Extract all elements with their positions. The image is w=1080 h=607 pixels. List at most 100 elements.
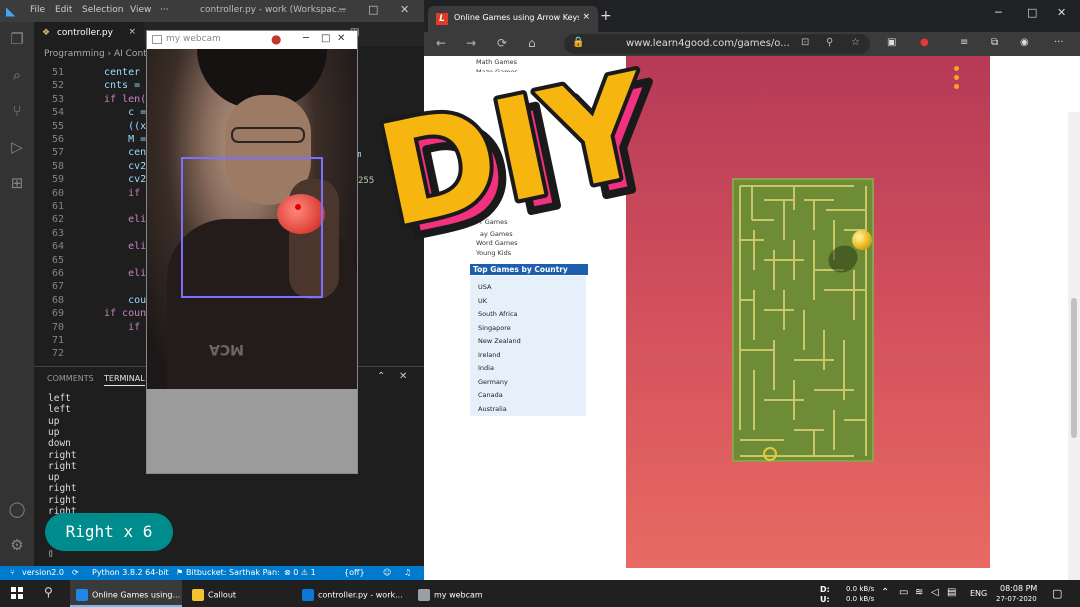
- minimize-icon[interactable]: ─: [995, 6, 1002, 19]
- status-python[interactable]: Python 3.8.2 64-bit: [92, 568, 169, 577]
- screen: ◣ File Edit Selection View ··· controlle…: [0, 0, 1080, 607]
- tab-comments[interactable]: COMMENTS: [47, 374, 94, 383]
- taskbar-item-callout[interactable]: Callout: [186, 580, 290, 607]
- status-bar: ⑂ version2.0 ⟳ Python 3.8.2 64-bit ⚑ Bit…: [0, 566, 424, 580]
- country-link[interactable]: Germany: [478, 378, 508, 386]
- bitbucket-icon: ⚑: [176, 568, 184, 577]
- notification-bell-icon[interactable]: ♫: [404, 568, 411, 577]
- browser-tab-title: Online Games using Arrow Keys: [454, 13, 579, 22]
- battery-icon[interactable]: ▭: [899, 587, 908, 598]
- maze-board: [732, 178, 874, 462]
- country-link[interactable]: USA: [478, 283, 491, 291]
- status-off[interactable]: {off}: [344, 568, 365, 577]
- more-options-icon[interactable]: ···: [1054, 37, 1064, 48]
- explorer-icon[interactable]: ❐: [8, 30, 26, 48]
- status-problems[interactable]: ⊗ 0 ⚠ 1: [284, 568, 316, 577]
- folder-icon: [192, 589, 204, 601]
- close-icon[interactable]: ✕: [1057, 6, 1066, 19]
- search-icon[interactable]: ⌕: [8, 66, 26, 84]
- menu-view[interactable]: View: [130, 5, 151, 15]
- tab-terminal[interactable]: TERMINAL: [104, 374, 145, 386]
- wifi-icon[interactable]: ≋: [915, 587, 923, 598]
- terminal-line: left: [48, 393, 71, 404]
- source-control-icon[interactable]: ⑂: [8, 102, 26, 120]
- tray-chevron-up-icon[interactable]: ⌃: [881, 587, 889, 598]
- taskbar-item-vscode[interactable]: controller.py - work...: [296, 580, 408, 607]
- sync-icon[interactable]: ⟳: [72, 568, 79, 577]
- chevron-up-icon[interactable]: ⌃: [377, 371, 385, 382]
- maximize-icon[interactable]: □: [321, 33, 330, 44]
- reader-view-icon[interactable]: ⊡: [801, 37, 809, 48]
- person-glasses: [231, 127, 305, 143]
- volume-icon[interactable]: ◁: [931, 587, 939, 598]
- menu-selection[interactable]: Selection: [82, 5, 123, 15]
- terminal-line: up: [48, 415, 60, 427]
- close-icon[interactable]: ✕: [337, 33, 345, 44]
- close-panel-icon[interactable]: ✕: [399, 371, 407, 382]
- country-link[interactable]: Ireland: [478, 351, 500, 359]
- country-link[interactable]: Canada: [478, 391, 503, 399]
- webcam-titlebar[interactable]: my webcam ● ─ ✕ □: [147, 31, 357, 49]
- feedback-icon[interactable]: ☺: [383, 568, 391, 577]
- zoom-icon[interactable]: ⚲: [826, 37, 833, 48]
- minimize-icon[interactable]: ─: [339, 3, 346, 16]
- webcam-feed: MCA: [147, 49, 357, 389]
- windows-start-icon[interactable]: [11, 587, 23, 599]
- diy-sticker: DIY DIY: [361, 40, 670, 260]
- tab-close-icon[interactable]: ×: [582, 12, 590, 22]
- country-link[interactable]: South Africa: [478, 310, 518, 318]
- status-branch[interactable]: version2.0: [22, 568, 64, 577]
- tab-close-icon[interactable]: ×: [128, 27, 136, 37]
- account-icon[interactable]: ◯: [8, 500, 26, 518]
- menu-more[interactable]: ···: [160, 5, 169, 15]
- country-link[interactable]: New Zealand: [478, 337, 521, 345]
- maximize-icon[interactable]: □: [368, 3, 378, 16]
- country-link[interactable]: Singapore: [478, 324, 511, 332]
- country-link[interactable]: India: [478, 364, 494, 372]
- adblock-extension-icon[interactable]: ●: [920, 37, 929, 48]
- maximize-icon[interactable]: □: [1027, 6, 1037, 19]
- menu-edit[interactable]: Edit: [55, 5, 72, 15]
- run-debug-icon[interactable]: ▷: [8, 138, 26, 156]
- clock-time[interactable]: 08:08 PM: [1000, 584, 1037, 593]
- terminal-line: right: [48, 460, 77, 472]
- favorites-list-icon[interactable]: ≡: [960, 37, 968, 48]
- tray-app-icon[interactable]: ▤: [947, 587, 956, 598]
- close-icon[interactable]: ✕: [400, 3, 409, 16]
- notifications-icon[interactable]: ▢: [1052, 587, 1062, 600]
- webcam-empty-area: [147, 389, 357, 473]
- tab-controller-py[interactable]: ❖ controller.py ×: [34, 22, 144, 46]
- vscode-titlebar: ◣ File Edit Selection View ··· controlle…: [0, 0, 424, 22]
- taskbar-search-icon[interactable]: ⚲: [44, 585, 53, 599]
- minimize-icon[interactable]: ─: [303, 33, 309, 44]
- settings-gear-icon[interactable]: ⚙: [8, 536, 26, 554]
- net-down-speed: 0.0 kB/s: [846, 585, 875, 593]
- country-link[interactable]: UK: [478, 297, 487, 305]
- page-scrollbar[interactable]: [1068, 112, 1080, 607]
- player-ball: [852, 230, 872, 250]
- edge-browser-icon: [76, 589, 88, 601]
- clock-date[interactable]: 27-07-2020: [996, 595, 1037, 603]
- taskbar-item-browser[interactable]: Online Games using...: [70, 580, 182, 607]
- country-link[interactable]: Australia: [478, 405, 507, 413]
- status-bitbucket[interactable]: Bitbucket: Sarthak Pan:: [186, 568, 280, 577]
- learn4good-favicon-icon: L: [436, 13, 448, 25]
- new-tab-icon[interactable]: +: [600, 8, 612, 24]
- language-indicator[interactable]: ENG: [970, 589, 987, 598]
- taskbar-item-webcam[interactable]: my webcam: [412, 580, 516, 607]
- net-up-speed: 0.0 kB/s: [846, 595, 875, 603]
- extensions-icon[interactable]: ⊞: [8, 174, 26, 192]
- menu-file[interactable]: File: [30, 5, 45, 15]
- scrollbar-thumb[interactable]: [1071, 298, 1077, 438]
- browser-tab-active[interactable]: L Online Games using Arrow Keys ×: [428, 6, 598, 32]
- favorite-star-icon[interactable]: ☆: [851, 37, 860, 48]
- extension-icon[interactable]: ▣: [887, 37, 896, 48]
- top-games-by-country-heading: Top Games by Country: [470, 264, 588, 275]
- profile-avatar-icon[interactable]: ◉: [1020, 37, 1029, 48]
- terminal-line: right: [48, 483, 77, 495]
- collections-icon[interactable]: ⧉: [991, 37, 998, 48]
- terminal-line: right: [48, 494, 77, 506]
- shirt-text: MCA: [209, 341, 245, 357]
- activity-bar: ❐ ⌕ ⑂ ▷ ⊞ ◯ ⚙: [0, 22, 34, 566]
- maze-game-canvas[interactable]: [626, 56, 990, 568]
